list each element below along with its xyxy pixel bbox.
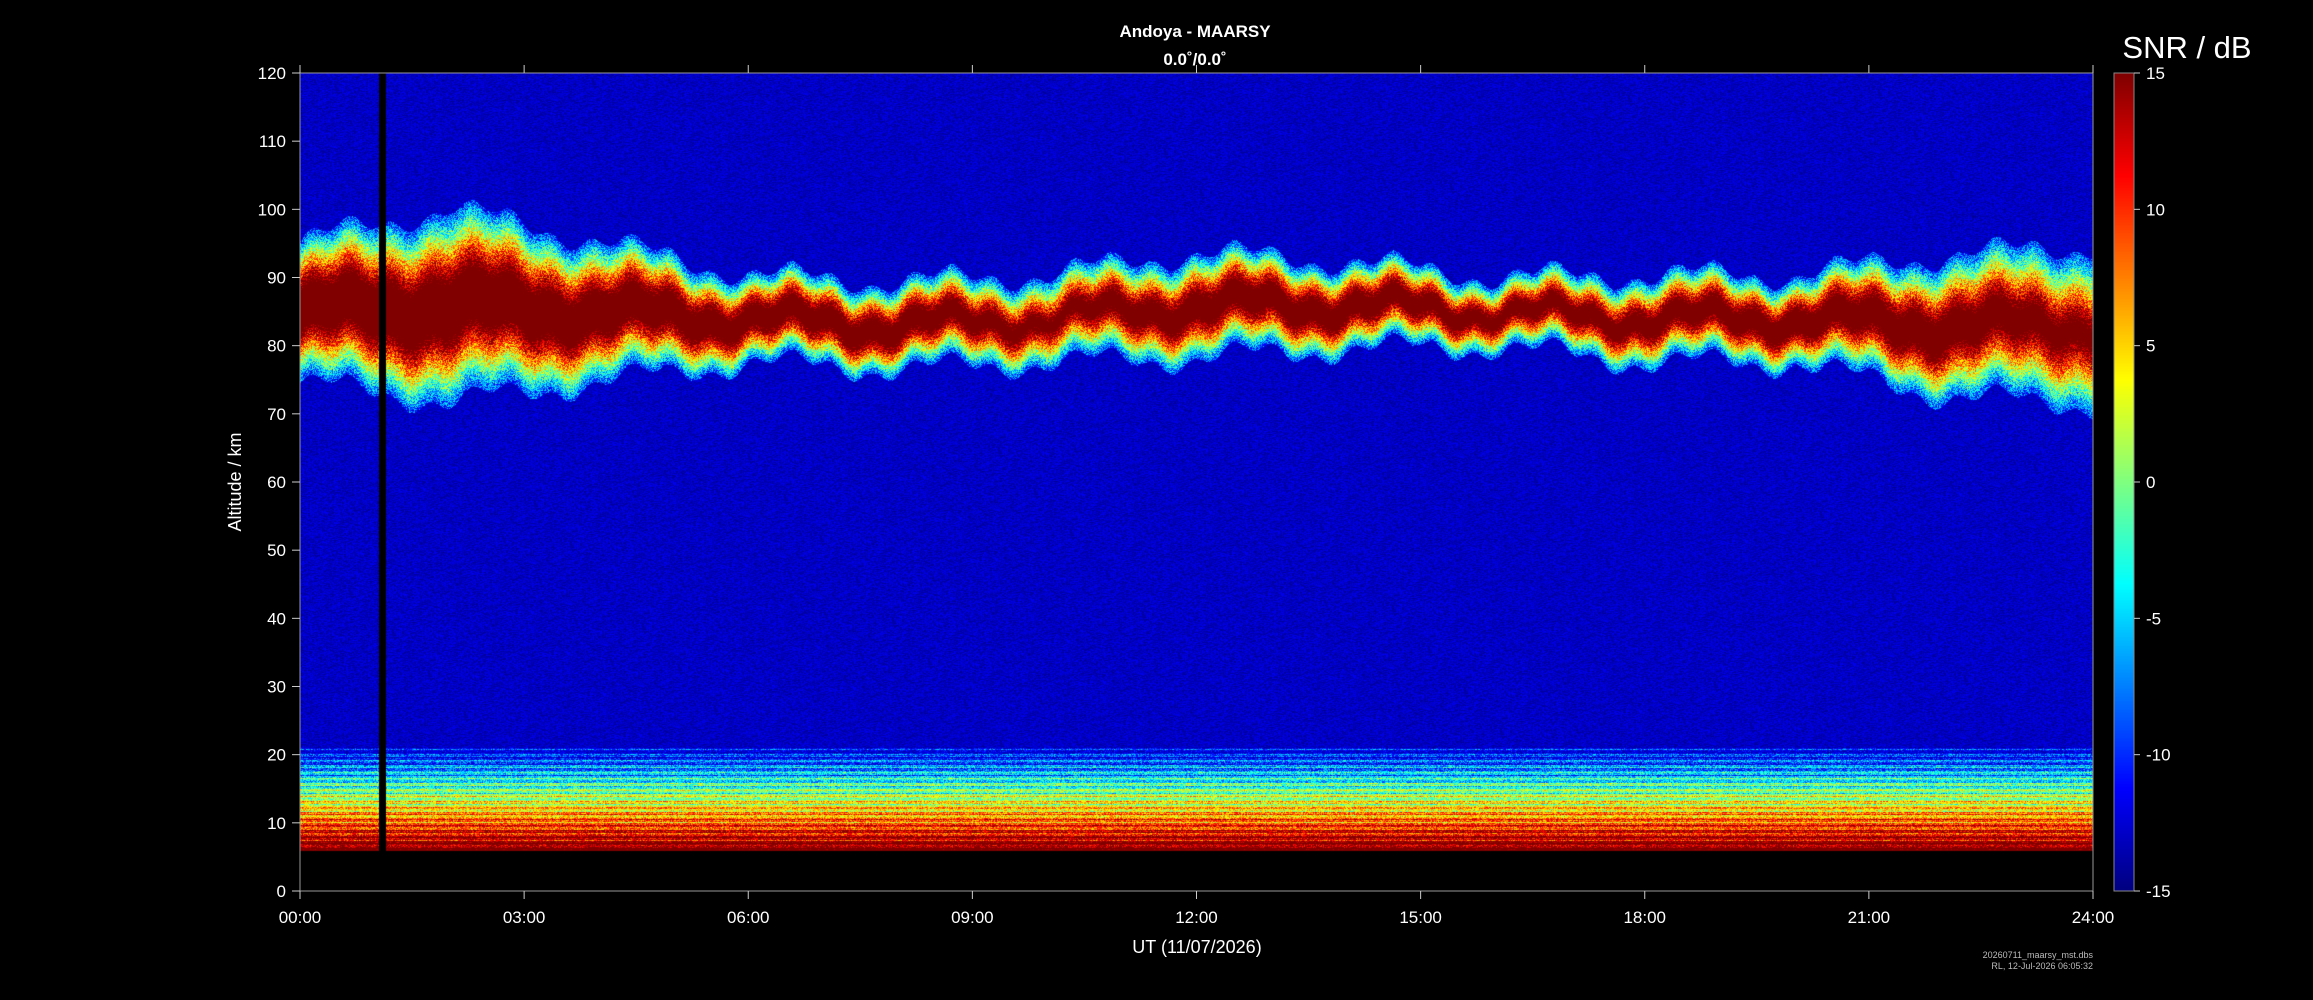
- x-tick-label: 06:00: [727, 908, 770, 927]
- heatmap-canvas: [300, 73, 2093, 891]
- colorbar-tick-label: -10: [2146, 746, 2171, 765]
- y-tick-label: 10: [267, 814, 286, 833]
- x-tick-label: 18:00: [1623, 908, 1666, 927]
- chart-title: Andoya - MAARSY: [1119, 22, 1271, 41]
- y-tick-label: 60: [267, 473, 286, 492]
- y-tick-label: 70: [267, 405, 286, 424]
- footnote-timestamp: RL, 12-Jul-2026 06:05:32: [1991, 961, 2093, 971]
- chart: Andoya - MAARSY 0.0˚/0.0˚ 00:00 03:00 06:0…: [225, 22, 2252, 971]
- colorbar-tick-label: -15: [2146, 882, 2171, 901]
- y-tick-label: 110: [259, 132, 286, 151]
- colorbar-label: SNR / dB: [2122, 30, 2251, 65]
- colorbar-tick-label: 0: [2146, 473, 2155, 492]
- x-tick-label: 24:00: [2072, 908, 2115, 927]
- colorbar-ticks: 15 10 5 0 -5 -10 -15: [2134, 64, 2171, 901]
- colorbar-tick-label: 10: [2146, 200, 2165, 219]
- y-tick-label: 50: [267, 541, 286, 560]
- x-axis-label: UT (11/07/2026): [1132, 937, 1261, 957]
- y-tick-label: 20: [267, 746, 286, 765]
- x-tick-label: 00:00: [279, 908, 322, 927]
- x-tick-label: 15:00: [1399, 908, 1442, 927]
- x-tick-label: 21:00: [1848, 908, 1891, 927]
- colorbar: 15 10 5 0 -5 -10 -15 SNR / dB: [2113, 30, 2252, 901]
- x-tick-label: 09:00: [951, 908, 994, 927]
- y-axis-label: Altitude / km: [225, 432, 245, 531]
- y-tick-label: 30: [267, 678, 286, 697]
- footnote-filename: 20260711_maarsy_mst.dbs: [1983, 950, 2094, 960]
- colorbar-tick-label: 5: [2146, 337, 2155, 356]
- x-tick-label: 12:00: [1175, 908, 1218, 927]
- y-tick-label: 40: [267, 609, 286, 628]
- y-tick-label: 90: [267, 269, 286, 288]
- colorbar-tick-label: -5: [2146, 609, 2161, 628]
- x-tick-label: 03:00: [503, 908, 546, 927]
- y-tick-label: 120: [258, 64, 286, 83]
- y-tick-label: 0: [277, 882, 286, 901]
- y-tick-label: 100: [258, 200, 286, 219]
- y-tick-label: 80: [267, 337, 286, 356]
- heatmap-plot-area: [300, 73, 2093, 891]
- colorbar-tick-label: 15: [2146, 64, 2165, 83]
- chart-subtitle: 0.0˚/0.0˚: [1163, 50, 1226, 69]
- colorbar-gradient: [2114, 73, 2134, 891]
